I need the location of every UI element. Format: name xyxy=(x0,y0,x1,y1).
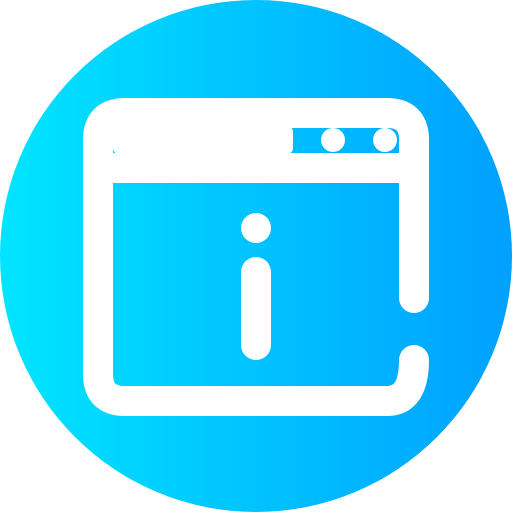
window-dot-icon xyxy=(373,128,397,152)
browser-window-info-icon xyxy=(0,0,512,512)
title-bar xyxy=(113,126,293,154)
info-symbol xyxy=(241,213,271,360)
background-circle xyxy=(0,0,512,512)
info-dot-icon xyxy=(241,213,271,243)
window-dot-icon xyxy=(321,128,345,152)
icon-canvas xyxy=(0,0,512,512)
